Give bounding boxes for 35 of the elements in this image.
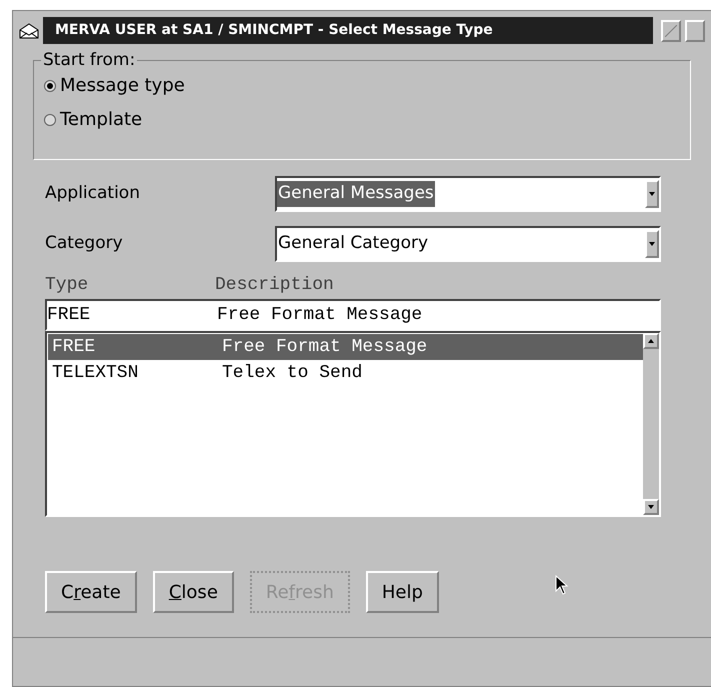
diagonal-line-icon — [665, 24, 677, 36]
dropdown-field[interactable]: General Category — [275, 226, 661, 262]
caret-up-icon — [648, 339, 654, 343]
radio-label[interactable]: Template — [60, 109, 142, 131]
scrollbar[interactable] — [643, 333, 659, 515]
window-title: MERVA USER at SA1 / SMINCMPT - Select Message Type — [43, 17, 653, 44]
scroll-up-button[interactable] — [643, 333, 659, 349]
dropdown-value: General Messages — [277, 181, 435, 207]
dropdown-value: General Category — [277, 232, 430, 256]
scroll-down-button[interactable] — [643, 499, 659, 515]
entry-field[interactable]: FREE Free Format Message — [45, 299, 661, 331]
dialog-button[interactable]: Create — [45, 571, 137, 613]
dropdown-arrow-button[interactable] — [645, 180, 659, 208]
minimize-button[interactable] — [661, 20, 681, 42]
maximize-button[interactable] — [685, 20, 705, 42]
caret-down-icon — [648, 505, 654, 509]
dropdown-field[interactable]: General Messages — [275, 176, 661, 212]
mouse-pointer-icon — [554, 575, 569, 595]
list-row[interactable]: TELEXTSN Telex to Send — [48, 360, 643, 386]
entry-description: Free Format Message — [217, 304, 422, 326]
dialog-button[interactable]: Help — [366, 571, 439, 613]
entry-type: FREE — [47, 304, 92, 326]
envelope-icon — [19, 22, 39, 38]
radio-label[interactable]: Message type — [60, 75, 185, 97]
column-header: Type — [45, 274, 90, 297]
list-row[interactable]: FREE Free Format Message — [48, 334, 643, 360]
dropdown-arrow-button[interactable] — [645, 230, 659, 258]
radio-button[interactable] — [44, 114, 56, 126]
field-label: Application — [45, 182, 141, 206]
caret-down-icon — [649, 192, 655, 196]
radio-button[interactable] — [44, 80, 56, 92]
caret-down-icon — [649, 242, 655, 246]
column-header: Description — [215, 274, 334, 297]
field-label: Category — [45, 232, 124, 256]
dialog-button[interactable]: Close — [152, 571, 234, 613]
